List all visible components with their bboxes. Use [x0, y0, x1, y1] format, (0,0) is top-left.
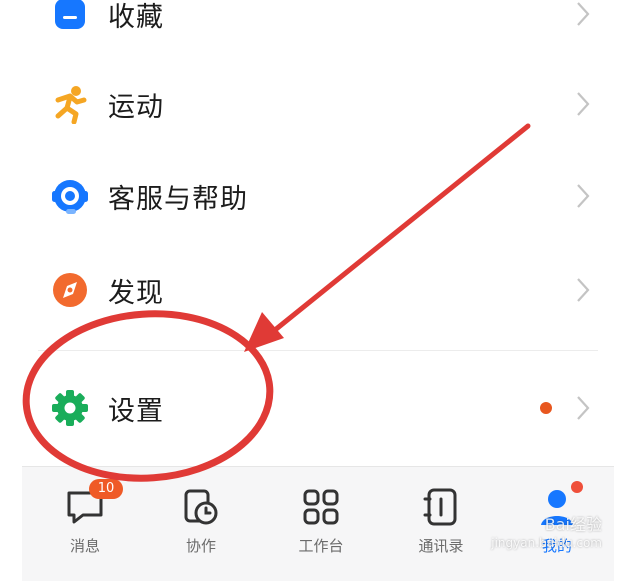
menu-item-label: 收藏 [108, 1, 164, 33]
notification-dot [540, 402, 552, 414]
watermark-line2: jingyan.baidu.com [491, 536, 602, 550]
menu-item-label: 运动 [108, 91, 164, 123]
menu-item-settings[interactable]: 设置 [22, 362, 612, 454]
watermark: Bai经验 jingyan.baidu.com [491, 516, 602, 552]
menu-list: 收藏 运动 客服与帮助 发现 设置 [0, 0, 636, 470]
menu-item-sports[interactable]: 运动 [22, 58, 612, 150]
watermark-line1: Bai经验 [544, 515, 602, 534]
bookmark-icon [50, 0, 90, 34]
chevron-right-icon [577, 184, 590, 208]
chevron-right-icon [577, 278, 590, 302]
tab-messages[interactable]: 10 消息 [30, 467, 140, 567]
notification-dot [571, 481, 583, 493]
tab-label: 工作台 [298, 537, 344, 555]
tab-label: 消息 [69, 537, 100, 555]
menu-item-label: 客服与帮助 [108, 183, 248, 215]
tab-label: 协作 [185, 537, 216, 555]
chevron-right-icon [577, 2, 590, 26]
menu-item-label: 设置 [108, 395, 164, 427]
menu-item-label: 发现 [108, 277, 164, 309]
tab-workbench[interactable]: 工作台 [266, 467, 376, 567]
menu-item-discover[interactable]: 发现 [22, 244, 612, 336]
customer-service-icon [50, 176, 90, 216]
tab-collaborate[interactable]: 协作 [146, 467, 256, 567]
chevron-right-icon [577, 396, 590, 420]
workbench-icon [303, 489, 339, 525]
menu-item-customer-service[interactable]: 客服与帮助 [22, 150, 612, 242]
running-icon [50, 84, 90, 124]
contacts-icon [423, 488, 457, 526]
menu-item-favorites[interactable]: 收藏 [22, 0, 612, 60]
collaborate-icon [184, 489, 218, 525]
tab-label: 通讯录 [418, 537, 464, 555]
divider [38, 350, 598, 351]
tab-contacts[interactable]: 通讯录 [386, 467, 496, 567]
gear-icon [50, 388, 90, 428]
compass-icon [50, 270, 90, 310]
chevron-right-icon [577, 92, 590, 116]
unread-badge: 10 [89, 479, 123, 499]
